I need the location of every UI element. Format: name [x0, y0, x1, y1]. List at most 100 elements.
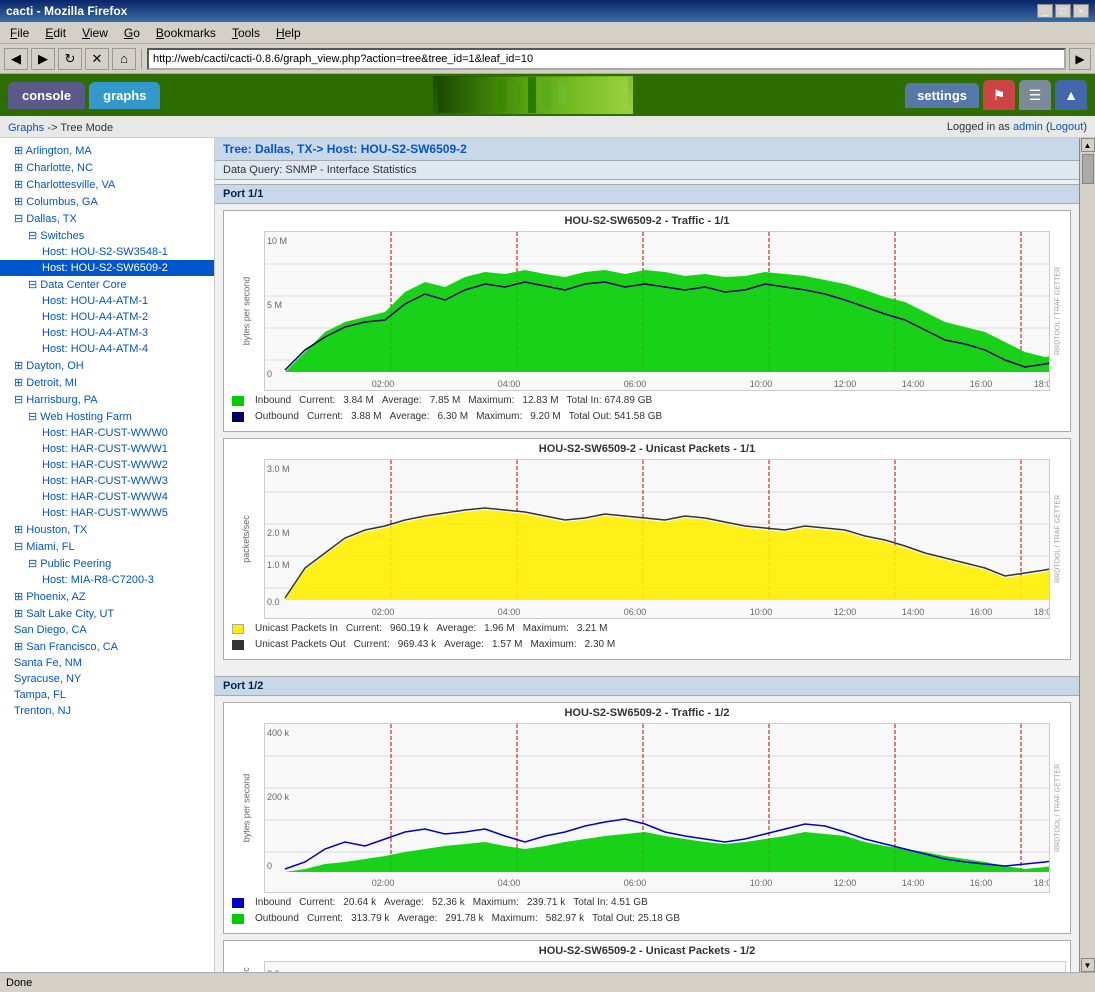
menu-edit[interactable]: Edit — [39, 24, 72, 42]
sidebar-item-webhosting[interactable]: ⊟ Web Hosting Farm — [0, 408, 214, 425]
sidebar-item-harrisburg[interactable]: ⊟ Harrisburg, PA — [0, 391, 214, 408]
sidebar-item-dallas[interactable]: ⊟ Dallas, TX — [0, 210, 214, 227]
www2-link[interactable]: Host: HAR-CUST-WWW2 — [42, 459, 168, 471]
close-button[interactable]: × — [1073, 4, 1089, 18]
mia-r8-link[interactable]: Host: MIA-R8-C7200-3 — [42, 574, 154, 586]
back-button[interactable]: ◀ — [4, 48, 28, 70]
sidebar-item-santafe[interactable]: Santa Fe, NM — [0, 655, 214, 671]
sidebar-item-www5[interactable]: Host: HAR-CUST-WWW5 — [0, 505, 214, 521]
sw3548-link[interactable]: Host: HOU-S2-SW3548-1 — [42, 246, 168, 258]
detroit-link[interactable]: Detroit, MI — [26, 377, 77, 389]
trenton-link[interactable]: Trenton, NJ — [14, 705, 71, 717]
sidebar-item-saltlake[interactable]: ⊞ Salt Lake City, UT — [0, 605, 214, 622]
sidebar-item-sw6509[interactable]: Host: HOU-S2-SW6509-2 — [0, 260, 214, 276]
logout-link[interactable]: Logout — [1050, 121, 1084, 133]
atm3-link[interactable]: Host: HOU-A4-ATM-3 — [42, 327, 148, 339]
console-tab[interactable]: console — [8, 82, 85, 109]
sidebar-item-sandiego[interactable]: San Diego, CA — [0, 622, 214, 638]
datacenter-link[interactable]: Data Center Core — [40, 279, 126, 291]
sidebar-item-publicpeering[interactable]: ⊟ Public Peering — [0, 555, 214, 572]
sidebar-item-trenton[interactable]: Trenton, NJ — [0, 703, 214, 719]
sidebar-item-dayton[interactable]: ⊞ Dayton, OH — [0, 357, 214, 374]
sidebar-item-datacenter[interactable]: ⊟ Data Center Core — [0, 276, 214, 293]
menu-file[interactable]: File — [4, 24, 35, 42]
minimize-button[interactable]: _ — [1037, 4, 1053, 18]
houston-link[interactable]: Houston, TX — [26, 524, 87, 536]
sidebar-item-atm1[interactable]: Host: HOU-A4-ATM-1 — [0, 293, 214, 309]
sandiego-link[interactable]: San Diego, CA — [14, 624, 87, 636]
publicpeering-link[interactable]: Public Peering — [40, 558, 111, 570]
sidebar-item-atm4[interactable]: Host: HOU-A4-ATM-4 — [0, 341, 214, 357]
sidebar-item-charlottesville[interactable]: ⊞ Charlottesville, VA — [0, 176, 214, 193]
www4-link[interactable]: Host: HAR-CUST-WWW4 — [42, 491, 168, 503]
sidebar-item-tampa[interactable]: Tampa, FL — [0, 687, 214, 703]
charlotte-link[interactable]: Charlotte, NC — [26, 162, 93, 174]
sidebar-item-syracuse[interactable]: Syracuse, NY — [0, 671, 214, 687]
sidebar-item-phoenix[interactable]: ⊞ Phoenix, AZ — [0, 588, 214, 605]
syracuse-link[interactable]: Syracuse, NY — [14, 673, 81, 685]
sw6509-link[interactable]: Host: HOU-S2-SW6509-2 — [42, 262, 168, 274]
go-button[interactable]: ▶ — [1069, 48, 1091, 70]
sidebar-item-atm2[interactable]: Host: HOU-A4-ATM-2 — [0, 309, 214, 325]
graphs-link[interactable]: Graphs — [8, 122, 44, 134]
chart-icon-button[interactable]: ▲ — [1055, 80, 1087, 110]
saltlake-link[interactable]: Salt Lake City, UT — [26, 608, 114, 620]
atm1-link[interactable]: Host: HOU-A4-ATM-1 — [42, 295, 148, 307]
scroll-up-button[interactable]: ▲ — [1081, 138, 1095, 152]
menu-go[interactable]: Go — [118, 24, 146, 42]
sidebar-item-sanfrancisco[interactable]: ⊞ San Francisco, CA — [0, 638, 214, 655]
forward-button[interactable]: ▶ — [31, 48, 55, 70]
maximize-button[interactable]: □ — [1055, 4, 1071, 18]
columbus-link[interactable]: Columbus, GA — [26, 196, 98, 208]
webhosting-link[interactable]: Web Hosting Farm — [40, 411, 132, 423]
sidebar-item-houston[interactable]: ⊞ Houston, TX — [0, 521, 214, 538]
dallas-link[interactable]: Dallas, TX — [26, 213, 77, 225]
home-button[interactable]: ⌂ — [112, 48, 136, 70]
www3-link[interactable]: Host: HAR-CUST-WWW3 — [42, 475, 168, 487]
menu-help[interactable]: Help — [270, 24, 307, 42]
sidebar-item-arlington[interactable]: ⊞ Arlington, MA — [0, 142, 214, 159]
www1-link[interactable]: Host: HAR-CUST-WWW1 — [42, 443, 168, 455]
scroll-down-button[interactable]: ▼ — [1081, 958, 1095, 972]
window-controls[interactable]: _ □ × — [1037, 4, 1089, 18]
host-value[interactable]: HOU-S2-SW6509-2 — [361, 142, 467, 156]
settings-button[interactable]: settings — [905, 83, 979, 108]
reload-button[interactable]: ↻ — [58, 48, 82, 70]
sidebar-item-www3[interactable]: Host: HAR-CUST-WWW3 — [0, 473, 214, 489]
sidebar-item-www4[interactable]: Host: HAR-CUST-WWW4 — [0, 489, 214, 505]
atm4-link[interactable]: Host: HOU-A4-ATM-4 — [42, 343, 148, 355]
scroll-thumb[interactable] — [1082, 154, 1094, 184]
stop-button[interactable]: ✕ — [85, 48, 109, 70]
switches-link[interactable]: Switches — [40, 230, 84, 242]
miami-link[interactable]: Miami, FL — [26, 541, 74, 553]
graphs-tab[interactable]: graphs — [89, 82, 160, 109]
menu-tools[interactable]: Tools — [226, 24, 266, 42]
admin-link[interactable]: admin — [1013, 121, 1043, 133]
www0-link[interactable]: Host: HAR-CUST-WWW0 — [42, 427, 168, 439]
sidebar-item-www2[interactable]: Host: HAR-CUST-WWW2 — [0, 457, 214, 473]
dayton-link[interactable]: Dayton, OH — [26, 360, 83, 372]
menu-bookmarks[interactable]: Bookmarks — [150, 24, 222, 42]
address-bar[interactable] — [147, 48, 1066, 70]
sidebar-item-switches[interactable]: ⊟ Switches — [0, 227, 214, 244]
scrollbar-v[interactable]: ▲ ▼ — [1079, 138, 1095, 972]
sidebar-item-sw3548[interactable]: Host: HOU-S2-SW3548-1 — [0, 244, 214, 260]
sidebar-item-columbus[interactable]: ⊞ Columbus, GA — [0, 193, 214, 210]
arlington-link[interactable]: Arlington, MA — [26, 145, 92, 157]
list-icon-button[interactable]: ☰ — [1019, 80, 1051, 110]
alert-icon-button[interactable]: ⚑ — [983, 80, 1015, 110]
santafe-link[interactable]: Santa Fe, NM — [14, 657, 82, 669]
harrisburg-link[interactable]: Harrisburg, PA — [26, 394, 97, 406]
atm2-link[interactable]: Host: HOU-A4-ATM-2 — [42, 311, 148, 323]
charlottesville-link[interactable]: Charlottesville, VA — [26, 179, 115, 191]
menu-view[interactable]: View — [76, 24, 114, 42]
sidebar-item-mia-r8[interactable]: Host: MIA-R8-C7200-3 — [0, 572, 214, 588]
phoenix-link[interactable]: Phoenix, AZ — [26, 591, 85, 603]
sidebar-item-detroit[interactable]: ⊞ Detroit, MI — [0, 374, 214, 391]
www5-link[interactable]: Host: HAR-CUST-WWW5 — [42, 507, 168, 519]
sanfrancisco-link[interactable]: San Francisco, CA — [26, 641, 118, 653]
tampa-link[interactable]: Tampa, FL — [14, 689, 66, 701]
sidebar-item-miami[interactable]: ⊟ Miami, FL — [0, 538, 214, 555]
sidebar-item-www0[interactable]: Host: HAR-CUST-WWW0 — [0, 425, 214, 441]
sidebar-item-www1[interactable]: Host: HAR-CUST-WWW1 — [0, 441, 214, 457]
